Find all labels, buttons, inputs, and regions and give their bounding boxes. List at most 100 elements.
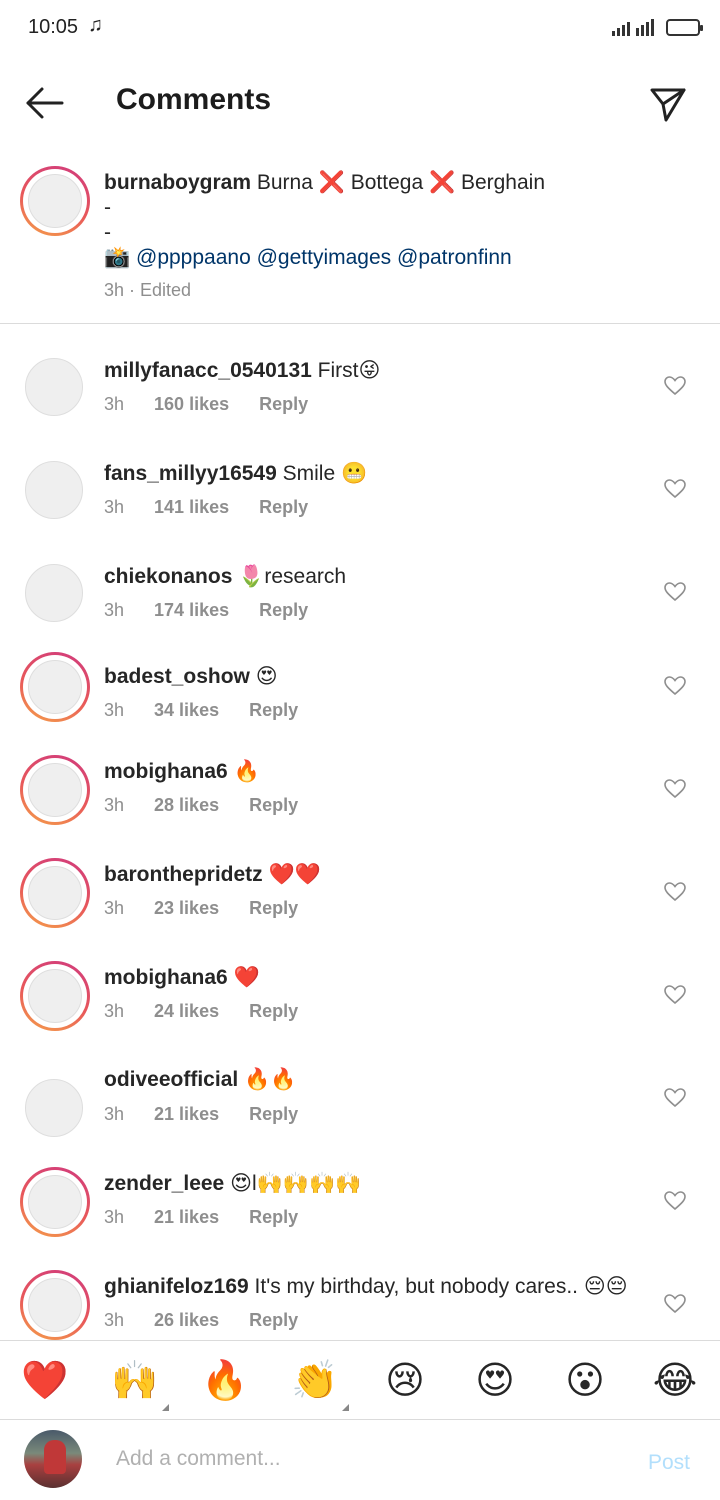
heart-icon[interactable] [664,1088,686,1108]
avatar[interactable] [20,961,90,1031]
camera-icon: 📸 [104,246,131,269]
comment-time: 3h [104,1310,125,1330]
comment-username[interactable]: zender_leee [104,1172,224,1195]
comment-username[interactable]: chiekonanos [104,565,232,588]
caption-meta: 3h · Edited [104,280,192,300]
emoji-fire-button[interactable]: 🔥 [201,1357,249,1405]
comment-likes[interactable]: 28 likes [154,795,219,815]
avatar[interactable] [25,461,83,519]
my-avatar [24,1430,82,1488]
page-title: Comments [116,83,272,116]
avatar[interactable] [20,1167,90,1237]
battery-icon [666,19,703,36]
reply-button[interactable]: Reply [249,795,298,815]
heart-icon[interactable] [664,882,686,902]
emoji-clap-icon: 👏 [291,1360,339,1402]
arrow-left-icon[interactable] [22,80,68,126]
comment-likes[interactable]: 160 likes [154,394,229,414]
mention-link[interactable]: @ppppaano [136,246,251,269]
comment-time: 3h [104,394,125,414]
reply-button[interactable]: Reply [249,700,298,720]
comment-time: 3h [104,1207,125,1227]
heart-icon[interactable] [664,676,686,696]
comment-username[interactable]: millyfanacc_0540131 [104,359,312,382]
comment-time: 3h [104,1104,125,1124]
comment-item: millyfanacc_0540131 First😜 3h 160 likes Re… [0,350,720,453]
emoji-crying-button[interactable]: 😢 [381,1357,429,1405]
caption-body: Burna ❌ Bottega ❌ Berghain [256,171,545,194]
paper-plane-icon[interactable] [646,82,690,126]
comment-username[interactable]: baronthepridetz [104,863,263,886]
comment-body: ❤️ [233,966,260,989]
heart-icon[interactable] [664,1191,686,1211]
emoji-heart-eyes-button[interactable]: 😍 [471,1357,519,1405]
heart-icon[interactable] [664,1294,686,1314]
reply-button[interactable]: Reply [249,1310,298,1330]
comment-body: First😜 [317,359,381,382]
avatar[interactable] [20,858,90,928]
comment-composer: Post [0,1421,720,1500]
emoji-quick-bar: ❤️ 🙌 🔥 👏 😢 😍 😮 😂 [0,1340,720,1420]
heart-icon[interactable] [664,376,686,396]
post-button[interactable]: Post [648,1451,690,1475]
status-bar: 10:05 ♫ [0,0,720,58]
mention-link[interactable]: @gettyimages [257,246,392,269]
comment-likes[interactable]: 34 likes [154,700,219,720]
avatar[interactable] [20,1270,90,1340]
reply-button[interactable]: Reply [259,600,308,620]
avatar[interactable] [25,358,83,416]
reply-button[interactable]: Reply [249,1207,298,1227]
comment-likes[interactable]: 21 likes [154,1207,219,1227]
comment-input[interactable] [116,1439,616,1479]
reply-button[interactable]: Reply [249,1104,298,1124]
emoji-surprised-button[interactable]: 😮 [561,1357,609,1405]
comment-item: mobighana6 🔥 3h 28 likes Reply [0,755,720,858]
emoji-heart-button[interactable]: ❤️ [21,1357,69,1405]
comment-username[interactable]: odiveeofficial [104,1068,238,1091]
mention-link[interactable]: @patronfinn [397,246,512,269]
avatar[interactable] [20,755,90,825]
comment-likes[interactable]: 21 likes [154,1104,219,1124]
comment-item: baronthepridetz ❤️❤️ 3h 23 likes Reply [0,858,720,961]
comment-username[interactable]: ghianifeloz169 [104,1275,249,1298]
comment-username[interactable]: badest_oshow [104,665,250,688]
reply-button[interactable]: Reply [259,497,308,517]
comment-body: 🔥🔥 [244,1068,297,1091]
comment-body: It's my birthday, but nobody cares.. 😔😔 [254,1275,628,1298]
heart-icon[interactable] [664,582,686,602]
header: Comments [0,58,720,146]
comment-item: badest_oshow 😍 3h 34 likes Reply [0,652,720,755]
reply-button[interactable]: Reply [249,898,298,918]
caption-dash: - [104,196,111,219]
comment-item: zender_leee 😍l🙌🙌🙌🙌 3h 21 likes Reply [0,1167,720,1270]
post-caption: burnaboygram Burna ❌ Bottega ❌ Berghain … [0,160,720,324]
emoji-clap-button[interactable]: 👏 [291,1357,349,1411]
status-time: 10:05 [28,16,79,38]
avatar[interactable] [25,564,83,622]
comment-time: 3h [104,497,125,517]
comment-likes[interactable]: 24 likes [154,1001,219,1021]
reply-button[interactable]: Reply [259,394,308,414]
comment-body: 🌷research [238,565,347,588]
comment-username[interactable]: fans_millyy16549 [104,462,277,485]
comment-likes[interactable]: 26 likes [154,1310,219,1330]
heart-icon[interactable] [664,779,686,799]
comment-time: 3h [104,795,125,815]
caption-username[interactable]: burnaboygram [104,171,251,194]
emoji-raised-hands-button[interactable]: 🙌 [111,1357,169,1411]
comment-username[interactable]: mobighana6 [104,760,228,783]
comment-time: 3h [104,898,125,918]
avatar[interactable] [20,166,90,236]
comment-username[interactable]: mobighana6 [104,966,228,989]
avatar[interactable] [20,652,90,722]
emoji-laughing-button[interactable]: 😂 [651,1357,699,1405]
music-note-icon: ♫ [88,14,103,36]
comment-likes[interactable]: 174 likes [154,600,229,620]
comment-likes[interactable]: 23 likes [154,898,219,918]
reply-button[interactable]: Reply [249,1001,298,1021]
heart-icon[interactable] [664,985,686,1005]
heart-icon[interactable] [664,479,686,499]
comment-likes[interactable]: 141 likes [154,497,229,517]
avatar[interactable] [25,1079,83,1137]
comment-body: 😍 [255,665,278,688]
